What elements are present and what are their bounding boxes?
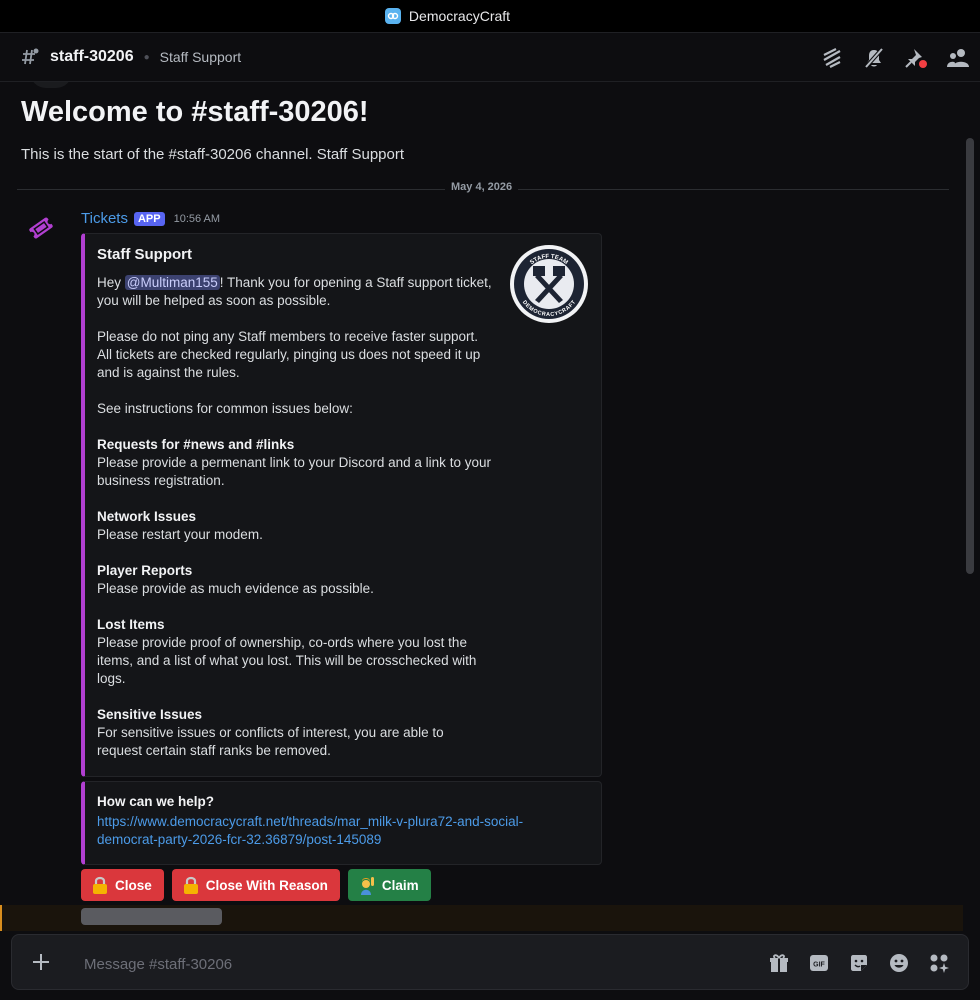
section-text: Please provide a permenant link to your … [97,455,491,488]
channel-header: staff-30206 ● Staff Support [0,32,980,82]
section-heading: Player Reports [97,563,193,578]
section-player-reports: Player Reports Please provide as much evi… [97,562,492,598]
close-button-label: Close [115,877,152,893]
message-timestamp[interactable]: 10:56 AM [174,213,220,225]
section-text: Please provide as much evidence as possi… [97,581,374,596]
message-input[interactable] [82,951,646,977]
pinned-messages-icon[interactable] [904,47,928,69]
message-author[interactable]: Tickets [81,210,128,227]
greeting-prefix: Hey [97,275,125,290]
section-heading: Network Issues [97,509,197,524]
section-text: For sensitive issues or conflicts of int… [97,725,444,758]
gift-icon[interactable] [768,952,790,974]
window-title-bar: DemocracyCraft [0,0,980,32]
forum-post-link[interactable]: https://www.democracycraft.net/threads/m… [97,813,567,849]
message-composer: GIF [11,934,969,990]
app-logo-icon [384,8,401,24]
section-heading: Lost Items [97,617,165,632]
date-divider-label: May 4, 2026 [445,181,519,193]
app-identity: DemocracyCraft [384,8,511,24]
loading-message-row [0,905,963,931]
staff-team-logo[interactable]: STAFF TEAM DEMOCRACYCRAFT [509,244,589,324]
embed-title: Staff Support [97,246,192,263]
section-heading: Sensitive Issues [97,707,203,722]
section-text: Please provide proof of ownership, co-or… [97,635,477,686]
staff-support-embed: Staff Support Hey @Multiman155! Thank yo… [81,233,602,777]
app-badge: APP [133,211,165,226]
help-link-embed: How can we help? https://www.democracycr… [81,781,602,865]
embed-description: Hey @Multiman155! Thank you for opening … [97,274,492,778]
section-sensitive: Sensitive Issues For sensitive issues or … [97,706,492,760]
ticket-bot-avatar-icon[interactable] [25,212,57,244]
message-list-scrollbar[interactable] [966,138,974,574]
ticket-action-buttons: Close Close With Reason Claim [81,869,431,901]
apps-icon[interactable] [928,952,950,974]
svg-text:GIF: GIF [813,962,825,969]
close-button[interactable]: Close [81,869,164,901]
section-lost-items: Lost Items Please provide proof of owners… [97,616,492,688]
lock-icon [91,875,109,895]
channel-welcome-title: Welcome to #staff-30206! [21,96,369,128]
header-toolbar [820,47,970,69]
notification-muted-icon[interactable] [862,47,886,69]
close-with-reason-label: Close With Reason [205,877,328,893]
channel-name: staff-30206 [50,48,134,65]
previous-avatar-fragment [30,82,72,88]
lock-icon [182,875,200,895]
threads-icon[interactable] [820,47,844,69]
user-mention[interactable]: @Multiman155 [124,275,220,290]
raised-hand-person-icon [358,875,376,895]
sticker-icon[interactable] [848,952,870,974]
window-title: DemocracyCraft [408,8,511,24]
embed-paragraph-instructions: See instructions for common issues below… [97,401,353,416]
claim-button[interactable]: Claim [347,869,431,901]
section-heading: Requests for #news and #links [97,437,295,452]
emoji-icon[interactable] [888,952,910,974]
channel-welcome-subtitle: This is the start of the #staff-30206 ch… [21,146,405,163]
section-network: Network Issues Please restart your modem. [97,508,492,544]
composer-toolbar: GIF [768,952,950,974]
message-header: Tickets APP 10:56 AM [81,210,220,227]
channel-topic[interactable]: Staff Support [160,49,241,65]
section-news-links: Requests for #news and #links Please prov… [97,436,492,490]
embed-paragraph-ping: Please do not ping any Staff members to … [97,329,481,380]
gif-icon[interactable]: GIF [808,952,830,974]
header-separator: ● [143,51,150,63]
close-with-reason-button[interactable]: Close With Reason [171,869,340,901]
embed-greeting: Hey @Multiman155! Thank you for opening … [97,274,492,310]
text-channel-thread-icon [20,47,40,67]
claim-button-label: Claim [381,877,419,893]
section-text: Please restart your modem. [97,527,263,542]
add-attachment-icon[interactable] [30,951,52,973]
loading-skeleton [81,908,222,925]
embed2-title: How can we help? [97,794,215,809]
member-list-icon[interactable] [946,47,970,69]
message-list[interactable]: Welcome to #staff-30206! This is the sta… [0,82,980,932]
